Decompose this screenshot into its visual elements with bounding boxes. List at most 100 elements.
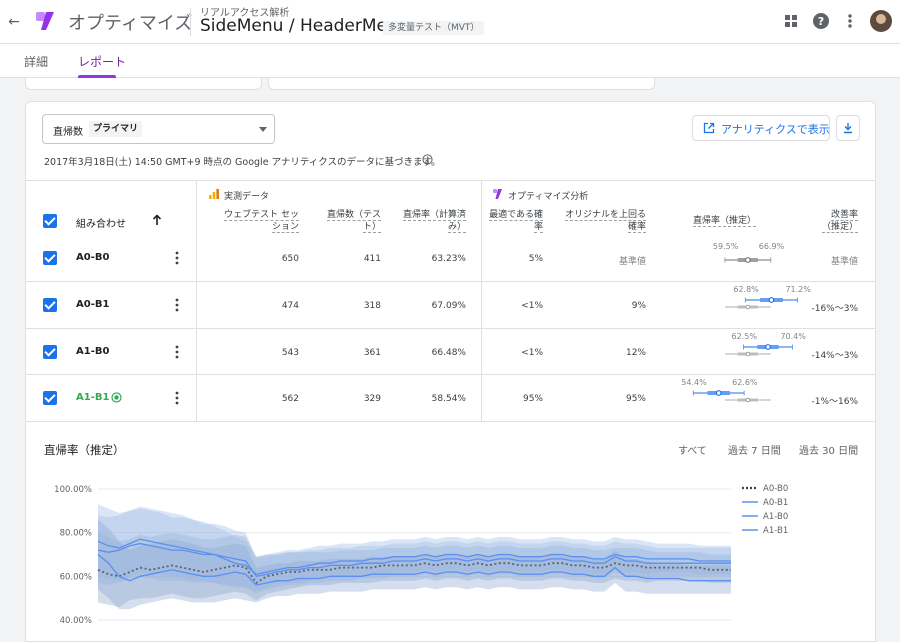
row-checkbox[interactable]: [43, 345, 57, 359]
ci-high-label: 70.4%: [780, 332, 806, 341]
sessions-column-header[interactable]: ウェブテスト セッ ション: [199, 209, 299, 233]
range-all-button[interactable]: すべて: [678, 442, 707, 457]
view-in-analytics-label: アナリティクスで表示: [721, 123, 830, 136]
bounce-rate-line-chart: 100.00% 80.00% 60.00% 40.00% A0-B0 A0-B1 A1-B0…: [54, 484, 788, 626]
metric-select-label: 直帰数: [53, 127, 83, 138]
more-vert-icon[interactable]: [173, 251, 181, 265]
sessions-cell: 650: [281, 254, 299, 264]
tab-report[interactable]: レポート: [78, 53, 126, 70]
ci-baseline-marker: [745, 304, 751, 310]
select-all-checkbox[interactable]: [43, 214, 57, 228]
legend-label: A0-B0: [763, 484, 788, 494]
y-tick-label: 40.00%: [60, 616, 92, 626]
range-30-days-button[interactable]: 過去 30 日間: [799, 442, 858, 457]
improvement-cell: 基準値: [830, 257, 858, 267]
ci-median-marker: [768, 297, 775, 303]
download-icon: [844, 123, 852, 134]
confidence-interval-plot: [724, 297, 798, 310]
y-tick-label: 100.00%: [54, 485, 92, 495]
probability-best-column-header[interactable]: 最適である確 率: [484, 209, 543, 233]
y-tick-label: 80.00%: [60, 529, 92, 539]
summary-card-stub: [268, 78, 655, 90]
row-divider: [26, 328, 875, 329]
probability-beat-cell: 9%: [631, 301, 646, 311]
more-vert-icon[interactable]: [173, 391, 181, 405]
user-avatar[interactable]: [870, 10, 892, 32]
range-7-days-button[interactable]: 過去 7 日間: [728, 442, 781, 457]
bounces-cell: 411: [363, 254, 381, 264]
row-checkbox[interactable]: [43, 391, 57, 405]
tab-details[interactable]: 詳細: [24, 53, 48, 70]
probability-beat-cell: 12%: [625, 348, 646, 358]
improvement-column-header[interactable]: 改善率 （推定）: [796, 209, 858, 233]
column-divider: [481, 180, 482, 421]
apps-grid-icon[interactable]: [781, 11, 801, 31]
chart-title: 直帰率（推定）: [44, 443, 125, 457]
top-app-bar: ← オプティマイズ リアルアクセス解析 SideMenu / HeaderMen…: [0, 0, 900, 44]
bounce-rate-cell: 63.23%: [431, 254, 466, 264]
ci-high-label: 62.6%: [732, 378, 758, 387]
report-card: 直帰数 プライマリ アナリティクスで表示 2017年3月18日(土) 14:50…: [25, 101, 876, 642]
more-vert-icon[interactable]: [173, 345, 181, 359]
more-vert-icon[interactable]: [840, 11, 860, 31]
row-divider: [26, 281, 875, 282]
probability-beat-cell: 基準値: [618, 257, 646, 267]
table-top-border: [26, 180, 875, 181]
improvement-cell: -14%〜3%: [811, 351, 858, 361]
download-button[interactable]: [836, 115, 860, 141]
ci-median-marker: [765, 344, 771, 350]
y-tick-label: 60.00%: [60, 572, 92, 582]
column-divider: [196, 180, 197, 421]
table-bottom-border: [26, 421, 875, 422]
improvement-cell: -16%〜3%: [811, 304, 858, 314]
app-name: オプティマイズ: [68, 13, 193, 34]
back-arrow-icon[interactable]: ←: [4, 12, 24, 32]
combination-column-header[interactable]: 組み合わせ: [76, 215, 126, 230]
row-divider: [26, 374, 875, 375]
bounces-cell: 361: [363, 348, 381, 358]
optimize-logo-icon: [493, 189, 502, 199]
ci-baseline-marker: [745, 397, 751, 403]
probability-beat-baseline-column-header[interactable]: オリジナルを上回る 確率: [551, 209, 646, 233]
bounces-cell: 318: [363, 301, 381, 311]
ci-low-label: 59.5%: [712, 242, 739, 251]
optimize-analysis-group-label: オプティマイズ分析: [508, 192, 589, 202]
combination-name[interactable]: A0-B1: [76, 299, 109, 310]
legend-label: A1-B1: [763, 526, 788, 536]
probability-best-cell: 95%: [522, 394, 543, 404]
bounce-rate-column-header[interactable]: 直帰率（計算済 み）: [386, 209, 466, 233]
combination-name[interactable]: A1-B1: [76, 392, 109, 403]
combination-name[interactable]: A0-B0: [76, 252, 109, 263]
view-in-analytics-button[interactable]: アナリティクスで表示: [692, 115, 830, 141]
probability-beat-cell: 95%: [625, 394, 646, 404]
probability-best-cell: <1%: [521, 301, 543, 311]
svg-text:?: ?: [818, 15, 824, 28]
header-divider: [190, 8, 191, 36]
row-checkbox[interactable]: [43, 298, 57, 312]
legend-label: A1-B0: [763, 512, 788, 522]
open-external-icon: [703, 122, 715, 134]
ci-low-label: 62.5%: [731, 332, 757, 341]
dropdown-caret-icon: [259, 127, 267, 132]
row-checkbox[interactable]: [43, 251, 57, 265]
more-vert-icon[interactable]: [173, 298, 181, 312]
experiment-type-badge: 多変量テスト（MVT）: [383, 21, 485, 35]
bounce-rate-cell: 66.48%: [431, 348, 466, 358]
help-icon[interactable]: ?: [811, 11, 831, 31]
ci-median-marker: [715, 390, 722, 396]
metric-select[interactable]: 直帰数 プライマリ: [42, 114, 275, 144]
sort-arrow-up-icon[interactable]: [152, 214, 162, 226]
estimated-bounce-rate-column-header: 直帰率（推定）: [692, 216, 756, 227]
bounces-column-header[interactable]: 直帰数（テス ト）: [306, 209, 381, 233]
observed-data-group-label: 実測データ: [224, 192, 270, 202]
sessions-cell: 543: [281, 348, 299, 358]
combination-name[interactable]: A1-B0: [76, 346, 109, 357]
metric-primary-chip: プライマリ: [89, 121, 143, 137]
bounces-cell: 329: [363, 394, 381, 404]
ci-high-label: 71.2%: [785, 285, 811, 294]
sessions-cell: 562: [281, 394, 299, 404]
ci-low-label: 62.8%: [733, 285, 759, 294]
experiment-title: SideMenu / HeaderMenu: [200, 16, 409, 36]
ci-low-label: 54.4%: [681, 378, 707, 387]
info-icon[interactable]: [422, 154, 433, 165]
